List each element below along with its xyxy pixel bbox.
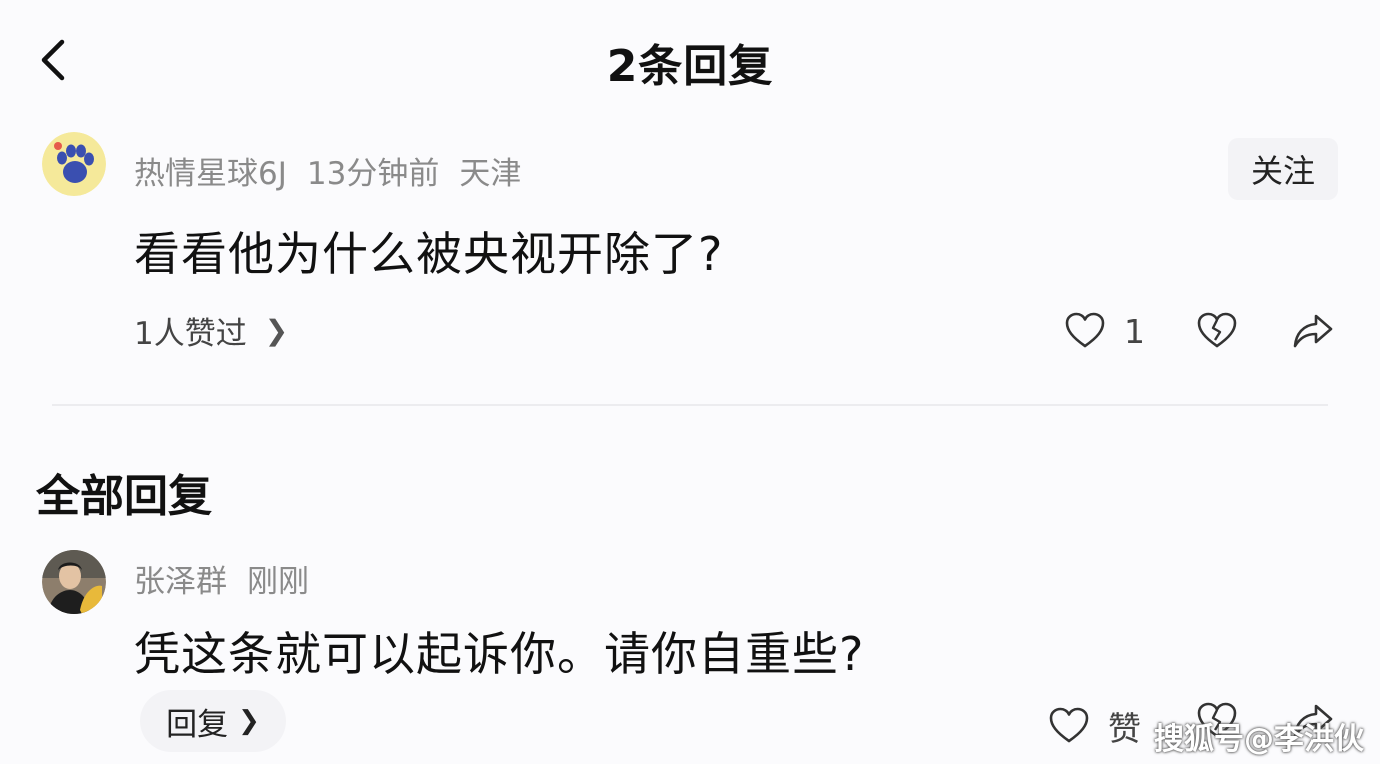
watermark: 搜狐号@李洪伙 — [1154, 722, 1364, 757]
like-count: 1 — [1124, 311, 1145, 351]
comment-meta: 热情星球6J 13分钟前 天津 — [134, 148, 541, 193]
chevron-right-icon: ❯ — [264, 314, 289, 347]
person-avatar-icon — [42, 550, 106, 614]
share-button[interactable] — [1292, 310, 1334, 352]
comment-text: 看看他为什么被央视开除了? — [134, 227, 724, 281]
reply-like-button[interactable]: 赞 — [1048, 702, 1141, 750]
reply-label: 回复 — [166, 706, 229, 743]
reply-timestamp: 刚刚 — [247, 564, 309, 600]
chevron-right-icon: ❯ — [238, 706, 260, 736]
like-button[interactable]: 1 — [1064, 310, 1145, 352]
paw-avatar-icon — [42, 132, 106, 196]
reply-detail-page: 2条回复 热情星球6J 13分钟前 天津 关注 看看他为什么被央视开除了? 1人赞过… — [0, 0, 1380, 764]
broken-heart-icon — [1197, 312, 1237, 348]
username[interactable]: 热情星球6J — [134, 156, 287, 192]
heart-icon — [1049, 707, 1089, 743]
reply-username[interactable]: 张泽群 — [134, 564, 227, 600]
reply-meta: 张泽群 刚刚 — [134, 556, 329, 601]
reply-like-label: 赞 — [1108, 709, 1141, 748]
section-title: 全部回复 — [36, 471, 212, 522]
timestamp: 13分钟前 — [306, 156, 440, 192]
likes-summary-link[interactable]: 1人赞过 ❯ — [134, 308, 288, 353]
avatar[interactable] — [42, 132, 106, 196]
follow-button[interactable]: 关注 — [1228, 138, 1338, 200]
reply-text: 凭这条就可以起诉你。请你自重些? — [134, 627, 865, 681]
heart-icon — [1065, 312, 1105, 348]
likes-summary: 1人赞过 — [134, 316, 247, 352]
dislike-button[interactable] — [1196, 310, 1238, 352]
reply-button[interactable]: 回复 ❯ — [140, 690, 286, 752]
page-title: 2条回复 — [606, 41, 774, 92]
share-arrow-icon — [1293, 314, 1333, 348]
reply-avatar[interactable] — [42, 550, 106, 614]
location: 天津 — [459, 156, 522, 192]
divider — [52, 404, 1328, 406]
